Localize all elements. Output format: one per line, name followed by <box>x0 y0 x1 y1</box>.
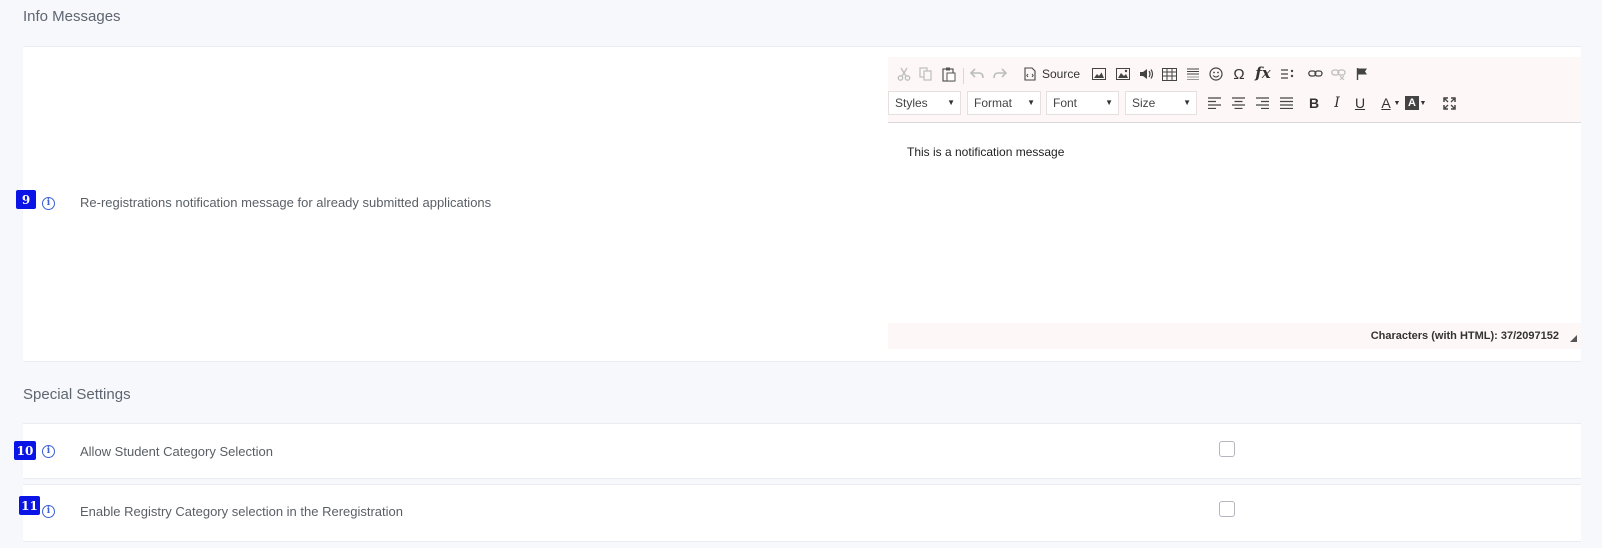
undo-icon[interactable] <box>969 66 985 82</box>
info-icon[interactable]: i <box>42 445 55 458</box>
character-counter: Characters (with HTML): 37/2097152 <box>1370 330 1559 342</box>
align-center-icon[interactable] <box>1230 95 1246 111</box>
size-dropdown[interactable]: Size ▼ <box>1125 91 1197 115</box>
source-icon[interactable] <box>1022 66 1038 82</box>
setting-label: Allow Student Category Selection <box>80 444 273 459</box>
table-icon[interactable] <box>1161 66 1177 82</box>
underline-icon[interactable]: U <box>1352 94 1368 112</box>
row-number-badge: 11 <box>19 496 40 515</box>
anchor-icon[interactable] <box>1354 66 1370 82</box>
cut-icon[interactable] <box>896 66 912 82</box>
rich-text-editor: Source Ω fx Styles ▼ Format ▼ Font ▼ Siz… <box>888 57 1581 349</box>
paste-icon[interactable] <box>941 66 957 82</box>
italic-icon[interactable]: I <box>1329 94 1345 112</box>
special-char-icon[interactable]: Ω <box>1231 65 1247 83</box>
math-icon[interactable]: fx <box>1254 64 1272 82</box>
bg-color-dropdown-icon[interactable]: ▼ <box>1419 94 1427 112</box>
info-icon[interactable]: i <box>42 505 55 518</box>
section-title-special-settings: Special Settings <box>23 386 131 403</box>
editor-footer: Characters (with HTML): 37/2097152 <box>888 323 1581 349</box>
list-icon[interactable] <box>1279 66 1295 82</box>
styles-dropdown[interactable]: Styles ▼ <box>888 91 961 115</box>
image2-icon[interactable] <box>1115 66 1131 82</box>
editor-content[interactable]: This is a notification message <box>907 145 1064 159</box>
size-label: Size <box>1132 96 1156 110</box>
smiley-icon[interactable] <box>1208 66 1224 82</box>
resize-handle-icon[interactable] <box>1570 335 1577 342</box>
font-label: Font <box>1053 96 1078 110</box>
info-icon[interactable]: i <box>42 197 55 210</box>
unlink-icon[interactable] <box>1330 66 1346 82</box>
source-button[interactable]: Source <box>1042 66 1080 82</box>
bg-color-icon[interactable]: A <box>1405 96 1419 110</box>
setting-label: Re-registrations notification message fo… <box>80 195 492 210</box>
format-dropdown[interactable]: Format ▼ <box>967 91 1041 115</box>
font-dropdown[interactable]: Font ▼ <box>1046 91 1119 115</box>
maximize-icon[interactable] <box>1441 95 1457 111</box>
link-icon[interactable] <box>1307 66 1323 82</box>
format-label: Format <box>974 96 1013 110</box>
row-number-badge: 9 <box>16 190 36 209</box>
justify-icon[interactable] <box>1278 95 1294 111</box>
align-left-icon[interactable] <box>1206 95 1222 111</box>
horizontal-line-icon[interactable] <box>1185 66 1201 82</box>
enable-registry-category-checkbox[interactable] <box>1219 501 1235 517</box>
section-title-info-messages: Info Messages <box>23 8 121 25</box>
text-color-icon[interactable]: A <box>1378 94 1394 112</box>
setting-label: Enable Registry Category selection in th… <box>80 504 404 519</box>
allow-student-category-checkbox[interactable] <box>1219 441 1235 457</box>
styles-label: Styles <box>895 96 928 110</box>
text-color-dropdown-icon[interactable]: ▼ <box>1393 94 1401 112</box>
align-right-icon[interactable] <box>1254 95 1270 111</box>
redo-icon[interactable] <box>992 66 1008 82</box>
copy-icon[interactable] <box>918 66 934 82</box>
audio-icon[interactable] <box>1138 66 1154 82</box>
editor-toolbar: Source Ω fx Styles ▼ Format ▼ Font ▼ Siz… <box>888 57 1581 123</box>
bold-icon[interactable]: B <box>1306 94 1322 112</box>
image-icon[interactable] <box>1091 66 1107 82</box>
row-number-badge: 10 <box>14 441 36 460</box>
